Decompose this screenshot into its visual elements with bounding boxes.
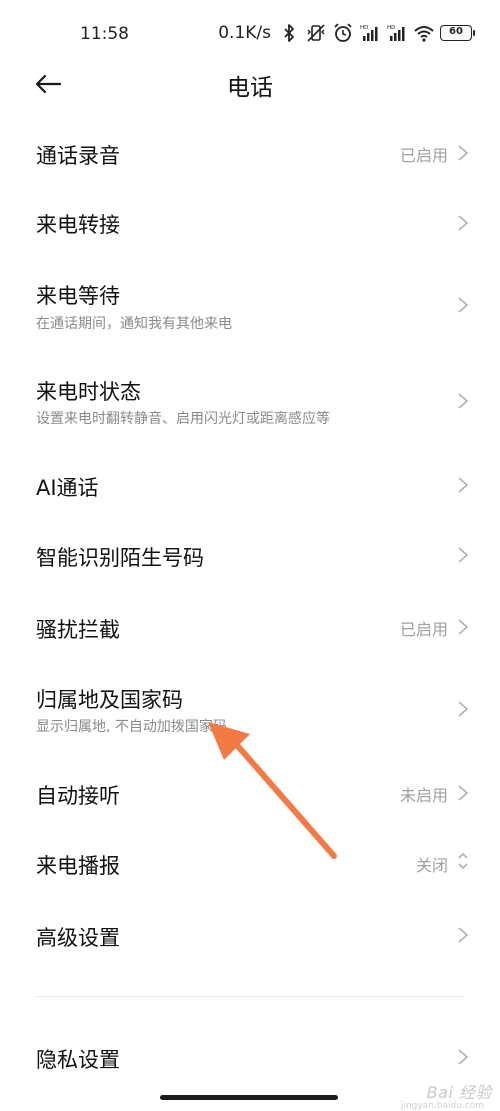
row-title: 智能识别陌生号码 (36, 546, 204, 570)
row-title: 自动接听 (36, 784, 120, 808)
row-subtitle: 在通话期间，通知我有其他来电 (36, 316, 232, 332)
setting-location-country-code[interactable]: 归属地及国家码 显示归属地, 不自动加拨国家码 (0, 664, 500, 754)
row-title: 归属地及国家码 (36, 688, 183, 712)
chevron-right-icon (458, 927, 469, 943)
row-title: 隐私设置 (36, 1048, 120, 1072)
baidu-watermark: Bai 经验 (426, 1083, 492, 1102)
chevron-right-icon (458, 619, 469, 635)
status-bar: 11:58 0.1K/s HD HD 60 (0, 0, 500, 66)
row-value: 关闭 (415, 856, 448, 875)
row-value: 已启用 (399, 620, 448, 639)
row-title: 高级设置 (36, 926, 120, 950)
baidu-watermark-url: jingyan.baidu.com (400, 1101, 484, 1111)
row-title: 骚扰拦截 (36, 618, 120, 642)
signal-hd-icon-1: HD (360, 25, 378, 41)
setting-harassment-block[interactable]: 骚扰拦截 已启用 (0, 594, 500, 660)
setting-call-waiting[interactable]: 来电等待 在通话期间，通知我有其他来电 (0, 262, 500, 348)
app-header: 电话 (0, 60, 500, 108)
row-subtitle: 设置来电时翻转静音、启用闪光灯或距离感应等 (36, 411, 330, 427)
row-value: 未启用 (399, 786, 448, 805)
row-title: 来电等待 (36, 284, 120, 308)
chevron-right-icon (458, 393, 469, 409)
setting-privacy[interactable]: 隐私设置 (0, 1024, 500, 1090)
setting-identify-strangers[interactable]: 智能识别陌生号码 (0, 522, 500, 588)
signal-hd-icon-2: HD (387, 25, 405, 41)
chevron-right-icon (458, 547, 469, 563)
setting-advanced[interactable]: 高级设置 (0, 902, 500, 968)
setting-auto-answer[interactable]: 自动接听 未启用 (0, 760, 500, 826)
page-title: 电话 (227, 75, 273, 101)
row-title: 来电播报 (36, 854, 120, 878)
setting-incoming-call-state[interactable]: 来电时状态 设置来电时翻转静音、启用闪光灯或距离感应等 (0, 356, 500, 446)
status-time: 11:58 (80, 24, 129, 44)
row-subtitle: 显示归属地, 不自动加拨国家码 (36, 719, 227, 735)
chevron-right-icon (458, 701, 469, 717)
chevron-right-icon (458, 477, 469, 493)
chevron-right-icon (458, 297, 469, 313)
row-value: 已启用 (399, 146, 448, 165)
home-indicator[interactable] (160, 1095, 338, 1100)
chevron-right-icon (458, 785, 469, 801)
network-speed: 0.1K/s (218, 23, 271, 43)
updown-chevron-icon (458, 852, 468, 870)
vibrate-off-icon (307, 24, 325, 42)
row-title: AI通话 (36, 476, 99, 500)
chevron-right-icon (458, 145, 469, 161)
row-title: 通话录音 (36, 144, 120, 168)
setting-call-recording[interactable]: 通话录音 已启用 (0, 120, 500, 186)
chevron-right-icon (458, 1049, 469, 1065)
bluetooth-icon (284, 24, 294, 42)
alarm-icon (334, 23, 352, 42)
svg-text:HD: HD (387, 25, 395, 31)
chevron-right-icon (458, 215, 469, 231)
wifi-icon (414, 26, 434, 42)
status-icons: 0.1K/s HD HD 60 (218, 22, 475, 44)
svg-text:HD: HD (360, 25, 368, 31)
battery-icon: 60 (440, 25, 475, 41)
setting-ai-call[interactable]: AI通话 (0, 452, 500, 518)
setting-caller-announce[interactable]: 来电播报 关闭 (0, 830, 500, 896)
row-title: 来电转接 (36, 213, 120, 237)
section-divider (36, 996, 464, 997)
row-title: 来电时状态 (36, 380, 141, 404)
setting-call-forwarding[interactable]: 来电转接 (0, 190, 500, 256)
